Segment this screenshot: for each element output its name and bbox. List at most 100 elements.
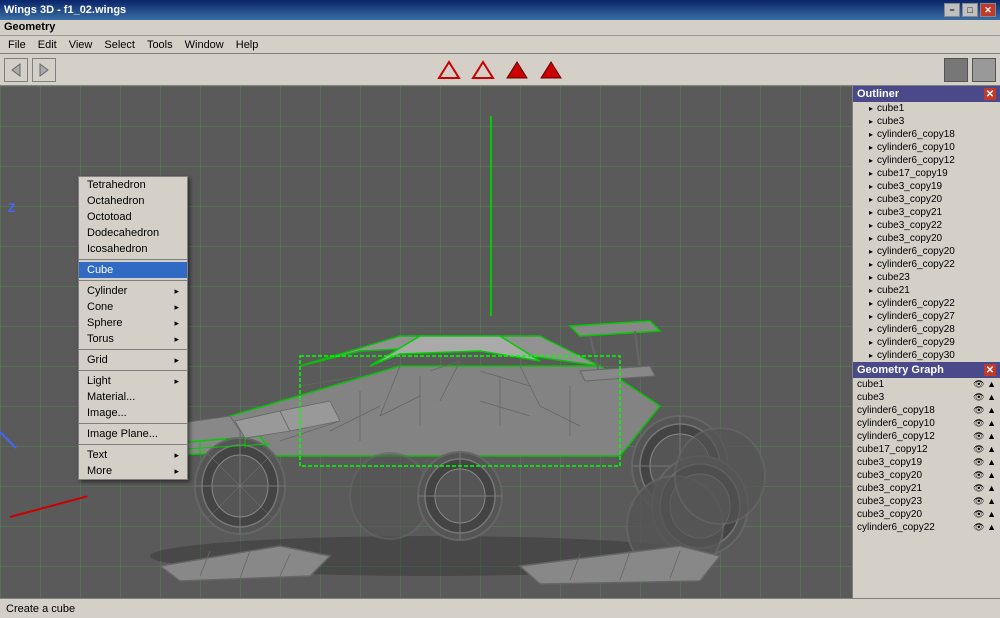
cm-text[interactable]: Text ▸ bbox=[79, 447, 187, 463]
geo-graph-close-button[interactable]: ✕ bbox=[984, 364, 996, 376]
cm-sep-5 bbox=[79, 423, 187, 424]
geo-item-icons: 👁 ▲ bbox=[973, 444, 996, 455]
menu-select[interactable]: Select bbox=[98, 38, 141, 52]
cm-more-arrow: ▸ bbox=[174, 466, 179, 477]
cm-cylinder-arrow: ▸ bbox=[174, 286, 179, 297]
toolbar-arrow-left[interactable] bbox=[4, 58, 28, 82]
outliner-item[interactable]: cube3_copy22 bbox=[853, 219, 1000, 232]
cm-octotoad[interactable]: Octotoad bbox=[79, 209, 187, 225]
view-mode-btn-4[interactable] bbox=[537, 56, 565, 84]
geo-graph-list[interactable]: cube1 👁 ▲ cube3 👁 ▲ cylinder6_copy18 👁 ▲… bbox=[853, 378, 1000, 598]
status-text: Create a cube bbox=[6, 603, 75, 615]
view-icon-2[interactable] bbox=[972, 58, 996, 82]
geo-item[interactable]: cube17_copy12 👁 ▲ bbox=[853, 443, 1000, 456]
geo-item[interactable]: cube3_copy20 👁 ▲ bbox=[853, 508, 1000, 521]
main-area: Z bbox=[0, 86, 1000, 598]
outliner-item[interactable]: cylinder6_copy27 bbox=[853, 310, 1000, 323]
geo-item[interactable]: cube3_copy21 👁 ▲ bbox=[853, 482, 1000, 495]
geo-graph-panel: Geometry Graph ✕ cube1 👁 ▲ cube3 👁 ▲ cyl… bbox=[852, 362, 1000, 598]
geo-item[interactable]: cube1 👁 ▲ bbox=[853, 378, 1000, 391]
menu-tools[interactable]: Tools bbox=[141, 38, 179, 52]
outliner-close-button[interactable]: ✕ bbox=[984, 88, 996, 100]
cm-sep-4 bbox=[79, 370, 187, 371]
outliner-item[interactable]: cylinder6_copy18 bbox=[853, 128, 1000, 141]
cm-tetrahedron[interactable]: Tetrahedron bbox=[79, 177, 187, 193]
minimize-button[interactable]: − bbox=[944, 3, 960, 17]
outliner-item[interactable]: cube1 bbox=[853, 102, 1000, 115]
geo-item[interactable]: cube3_copy23 👁 ▲ bbox=[853, 495, 1000, 508]
cm-more[interactable]: More ▸ bbox=[79, 463, 187, 479]
cm-light[interactable]: Light ▸ bbox=[79, 373, 187, 389]
toolbar-arrow-right[interactable] bbox=[32, 58, 56, 82]
geo-item-icons: 👁 ▲ bbox=[973, 405, 996, 416]
cm-torus-arrow: ▸ bbox=[174, 334, 179, 345]
close-button[interactable]: ✕ bbox=[980, 3, 996, 17]
cm-torus[interactable]: Torus ▸ bbox=[79, 331, 187, 347]
geo-item[interactable]: cube3 👁 ▲ bbox=[853, 391, 1000, 404]
geo-item-icons: 👁 ▲ bbox=[973, 470, 996, 481]
geo-item[interactable]: cylinder6_copy10 👁 ▲ bbox=[853, 417, 1000, 430]
menu-file[interactable]: File bbox=[2, 38, 32, 52]
geo-item-icons: 👁 ▲ bbox=[973, 379, 996, 390]
menu-view[interactable]: View bbox=[63, 38, 99, 52]
outliner-item[interactable]: cube3_copy20 bbox=[853, 232, 1000, 245]
outliner-item[interactable]: cylinder6_copy29 bbox=[853, 336, 1000, 349]
view-mode-btn-3[interactable] bbox=[503, 56, 531, 84]
cm-cylinder[interactable]: Cylinder ▸ bbox=[79, 283, 187, 299]
cm-sep-6 bbox=[79, 444, 187, 445]
outliner-item[interactable]: cylinder6_copy10 bbox=[853, 141, 1000, 154]
cm-light-arrow: ▸ bbox=[174, 376, 179, 387]
cm-grid[interactable]: Grid ▸ bbox=[79, 352, 187, 368]
menu-window[interactable]: Window bbox=[179, 38, 230, 52]
z-axis-label: Z bbox=[8, 201, 15, 215]
outliner-item[interactable]: cube3_copy20 bbox=[853, 193, 1000, 206]
view-icon-1[interactable] bbox=[944, 58, 968, 82]
geo-graph-title: Geometry Graph ✕ bbox=[853, 362, 1000, 378]
geo-item-icons: 👁 ▲ bbox=[973, 522, 996, 533]
maximize-button[interactable]: □ bbox=[962, 3, 978, 17]
cm-text-arrow: ▸ bbox=[174, 450, 179, 461]
geo-item[interactable]: cylinder6_copy22 👁 ▲ bbox=[853, 521, 1000, 534]
cm-cone[interactable]: Cone ▸ bbox=[79, 299, 187, 315]
geo-item[interactable]: cylinder6_copy18 👁 ▲ bbox=[853, 404, 1000, 417]
outliner-item[interactable]: cube3_copy19 bbox=[853, 180, 1000, 193]
cm-material[interactable]: Material... bbox=[79, 389, 187, 405]
geo-item[interactable]: cube3_copy20 👁 ▲ bbox=[853, 469, 1000, 482]
outliner-item[interactable]: cylinder6_copy22 bbox=[853, 258, 1000, 271]
view-mode-btn-2[interactable] bbox=[469, 56, 497, 84]
outliner-list[interactable]: cube1 cube3 cylinder6_copy18 cylinder6_c… bbox=[853, 102, 1000, 362]
viewport[interactable]: Z bbox=[0, 86, 852, 598]
cm-sep-2 bbox=[79, 280, 187, 281]
cm-image-plane[interactable]: Image Plane... bbox=[79, 426, 187, 442]
outliner-item[interactable]: cylinder6_copy12 bbox=[853, 154, 1000, 167]
cm-cone-arrow: ▸ bbox=[174, 302, 179, 313]
cm-dodecahedron[interactable]: Dodecahedron bbox=[79, 225, 187, 241]
cm-sphere[interactable]: Sphere ▸ bbox=[79, 315, 187, 331]
outliner-item[interactable]: cylinder6_copy20 bbox=[853, 245, 1000, 258]
cm-icosahedron[interactable]: Icosahedron bbox=[79, 241, 187, 257]
outliner-item[interactable]: cylinder6_copy22 bbox=[853, 297, 1000, 310]
context-menu: Tetrahedron Octahedron Octotoad Dodecahe… bbox=[78, 176, 188, 480]
outliner-item[interactable]: cube3 bbox=[853, 115, 1000, 128]
outliner-item[interactable]: cube3_copy21 bbox=[853, 206, 1000, 219]
outliner-title: Outliner ✕ bbox=[853, 86, 1000, 102]
view-mode-btn-1[interactable] bbox=[435, 56, 463, 84]
geo-item-icons: 👁 ▲ bbox=[973, 418, 996, 429]
cm-cube[interactable]: Cube bbox=[79, 262, 187, 278]
outliner-item[interactable]: cylinder6_copy30 bbox=[853, 349, 1000, 362]
menu-help[interactable]: Help bbox=[230, 38, 265, 52]
cm-octahedron[interactable]: Octahedron bbox=[79, 193, 187, 209]
toolbar bbox=[0, 54, 1000, 86]
geo-item[interactable]: cylinder6_copy12 👁 ▲ bbox=[853, 430, 1000, 443]
cm-grid-arrow: ▸ bbox=[174, 355, 179, 366]
geo-item[interactable]: cube3_copy19 👁 ▲ bbox=[853, 456, 1000, 469]
outliner-item[interactable]: cube21 bbox=[853, 284, 1000, 297]
geo-item-icons: 👁 ▲ bbox=[973, 483, 996, 494]
outliner-item[interactable]: cylinder6_copy28 bbox=[853, 323, 1000, 336]
outliner-item[interactable]: cube17_copy19 bbox=[853, 167, 1000, 180]
cm-image[interactable]: Image... bbox=[79, 405, 187, 421]
geo-item-icons: 👁 ▲ bbox=[973, 392, 996, 403]
menu-edit[interactable]: Edit bbox=[32, 38, 63, 52]
outliner-item[interactable]: cube23 bbox=[853, 271, 1000, 284]
menu-bar: File Edit View Select Tools Window Help bbox=[0, 36, 1000, 54]
